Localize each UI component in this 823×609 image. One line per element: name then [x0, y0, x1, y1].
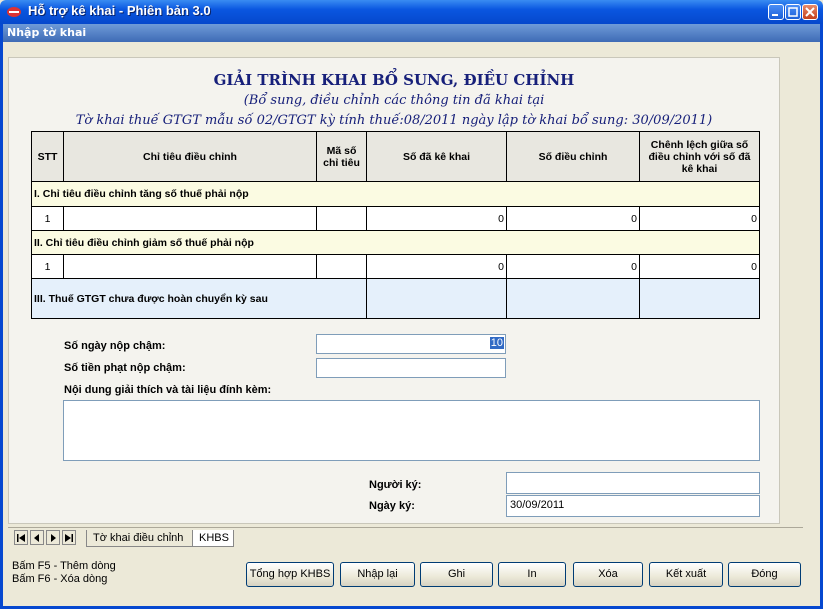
ket-xuat-button[interactable]: Kết xuất	[649, 562, 723, 587]
header-so-dieu-chinh: Số điều chỉnh	[506, 131, 640, 182]
cell-so-dieu-chinh[interactable]: 0	[506, 206, 640, 231]
tab-khbs[interactable]: KHBS	[192, 530, 234, 547]
last-tab-button[interactable]	[62, 530, 76, 545]
noi-dung-label: Nội dung giải thích và tài liệu đính kèm…	[64, 384, 272, 396]
first-tab-button[interactable]	[14, 530, 28, 545]
maximize-icon	[788, 7, 798, 17]
cell-so-da-ke-khai[interactable]	[366, 278, 507, 319]
close-button[interactable]	[802, 4, 818, 20]
so-tien-field[interactable]	[316, 358, 506, 378]
cell-chenh-lech	[639, 278, 760, 319]
minimize-icon	[772, 14, 778, 16]
divider	[8, 527, 803, 528]
header-ma-so: Mã số chỉ tiêu	[316, 131, 367, 182]
nguoi-ky-label: Người ký:	[369, 479, 422, 491]
section-3-row: III. Thuế GTGT chưa được hoàn chuyển kỳ …	[31, 278, 760, 319]
cell-so-dieu-chinh[interactable]	[506, 278, 640, 319]
title-bar[interactable]: Hỗ trợ kê khai - Phiên bản 3.0	[0, 0, 823, 24]
status-f5: Bấm F5 - Thêm dòng	[12, 560, 116, 572]
form-subtitle-2: Tờ khai thuế GTGT mẫu số 02/GTGT kỳ tính…	[75, 113, 713, 128]
nguoi-ky-field[interactable]	[506, 472, 760, 494]
so-ngay-value: 10	[489, 337, 504, 349]
maximize-button[interactable]	[785, 4, 801, 20]
section-1-label: I. Chỉ tiêu điều chỉnh tăng số thuế phải…	[31, 181, 760, 207]
ngay-ky-label: Ngày ký:	[369, 500, 415, 512]
section-2-label: II. Chỉ tiêu điều chỉnh giảm số thuế phả…	[31, 230, 760, 255]
in-button[interactable]: In	[498, 562, 566, 587]
minimize-button[interactable]	[768, 4, 784, 20]
table-header-row: STT Chỉ tiêu điều chỉnh Mã số chỉ tiêu S…	[31, 131, 760, 182]
xoa-button[interactable]: Xóa	[573, 562, 643, 587]
status-f6: Bấm F6 - Xóa dòng	[12, 573, 108, 585]
header-stt: STT	[31, 131, 64, 182]
app-icon	[7, 7, 21, 17]
so-ngay-label: Số ngày nộp chậm:	[64, 340, 166, 352]
form-panel: GIẢI TRÌNH KHAI BỔ SUNG, ĐIỀU CHỈNH (Bổ …	[8, 57, 780, 524]
nhap-lai-button[interactable]: Nhập lại	[340, 562, 415, 587]
cell-chenh-lech: 0	[639, 206, 760, 231]
header-chi-tieu: Chỉ tiêu điều chỉnh	[63, 131, 317, 182]
sub-header: Nhập tờ khai	[3, 24, 820, 42]
sub-header-title: Nhập tờ khai	[7, 26, 87, 39]
so-ngay-field[interactable]: 10	[316, 334, 506, 354]
cell-so-da-ke-khai[interactable]: 0	[366, 254, 507, 279]
form-title: GIẢI TRÌNH KHAI BỔ SUNG, ĐIỀU CHỈNH	[213, 71, 575, 89]
noi-dung-textarea[interactable]	[63, 400, 760, 461]
adjustment-table: STT Chỉ tiêu điều chỉnh Mã số chỉ tiêu S…	[31, 131, 760, 319]
cell-chenh-lech: 0	[639, 254, 760, 279]
window-title: Hỗ trợ kê khai - Phiên bản 3.0	[28, 3, 211, 18]
last-icon	[65, 534, 73, 542]
cell-so-da-ke-khai[interactable]: 0	[366, 206, 507, 231]
cell-ma-so[interactable]	[316, 206, 367, 231]
prev-icon	[34, 534, 39, 542]
first-icon	[17, 534, 25, 542]
next-tab-button[interactable]	[46, 530, 60, 545]
cell-stt: 1	[31, 206, 64, 231]
table-row[interactable]: 1 0 0 0	[31, 254, 760, 279]
close-icon	[805, 7, 815, 17]
tab-to-khai-dieu-chinh[interactable]: Tờ khai điều chỉnh	[86, 530, 194, 547]
table-row[interactable]: 1 0 0 0	[31, 206, 760, 231]
cell-chi-tieu[interactable]	[63, 206, 317, 231]
next-icon	[51, 534, 56, 542]
cell-chi-tieu[interactable]	[63, 254, 317, 279]
form-subtitle-1: (Bổ sung, điều chỉnh các thông tin đã kh…	[243, 93, 545, 108]
ghi-button[interactable]: Ghi	[420, 562, 493, 587]
dong-button[interactable]: Đóng	[728, 562, 801, 587]
header-so-da-ke-khai: Số đã kê khai	[366, 131, 507, 182]
tong-hop-khbs-button[interactable]: Tổng hợp KHBS	[246, 562, 334, 587]
cell-ma-so[interactable]	[316, 254, 367, 279]
header-chenh-lech: Chênh lệch giữa số điều chỉnh với số đã …	[639, 131, 760, 182]
so-tien-label: Số tiền phạt nộp chậm:	[64, 362, 186, 374]
cell-so-dieu-chinh[interactable]: 0	[506, 254, 640, 279]
cell-stt: 1	[31, 254, 64, 279]
section-3-label: III. Thuế GTGT chưa được hoàn chuyển kỳ …	[31, 278, 367, 319]
section-row: II. Chỉ tiêu điều chỉnh giảm số thuế phả…	[31, 230, 760, 255]
prev-tab-button[interactable]	[30, 530, 44, 545]
section-row: I. Chỉ tiêu điều chỉnh tăng số thuế phải…	[31, 181, 760, 207]
ngay-ky-field[interactable]: 30/09/2011	[506, 495, 760, 517]
